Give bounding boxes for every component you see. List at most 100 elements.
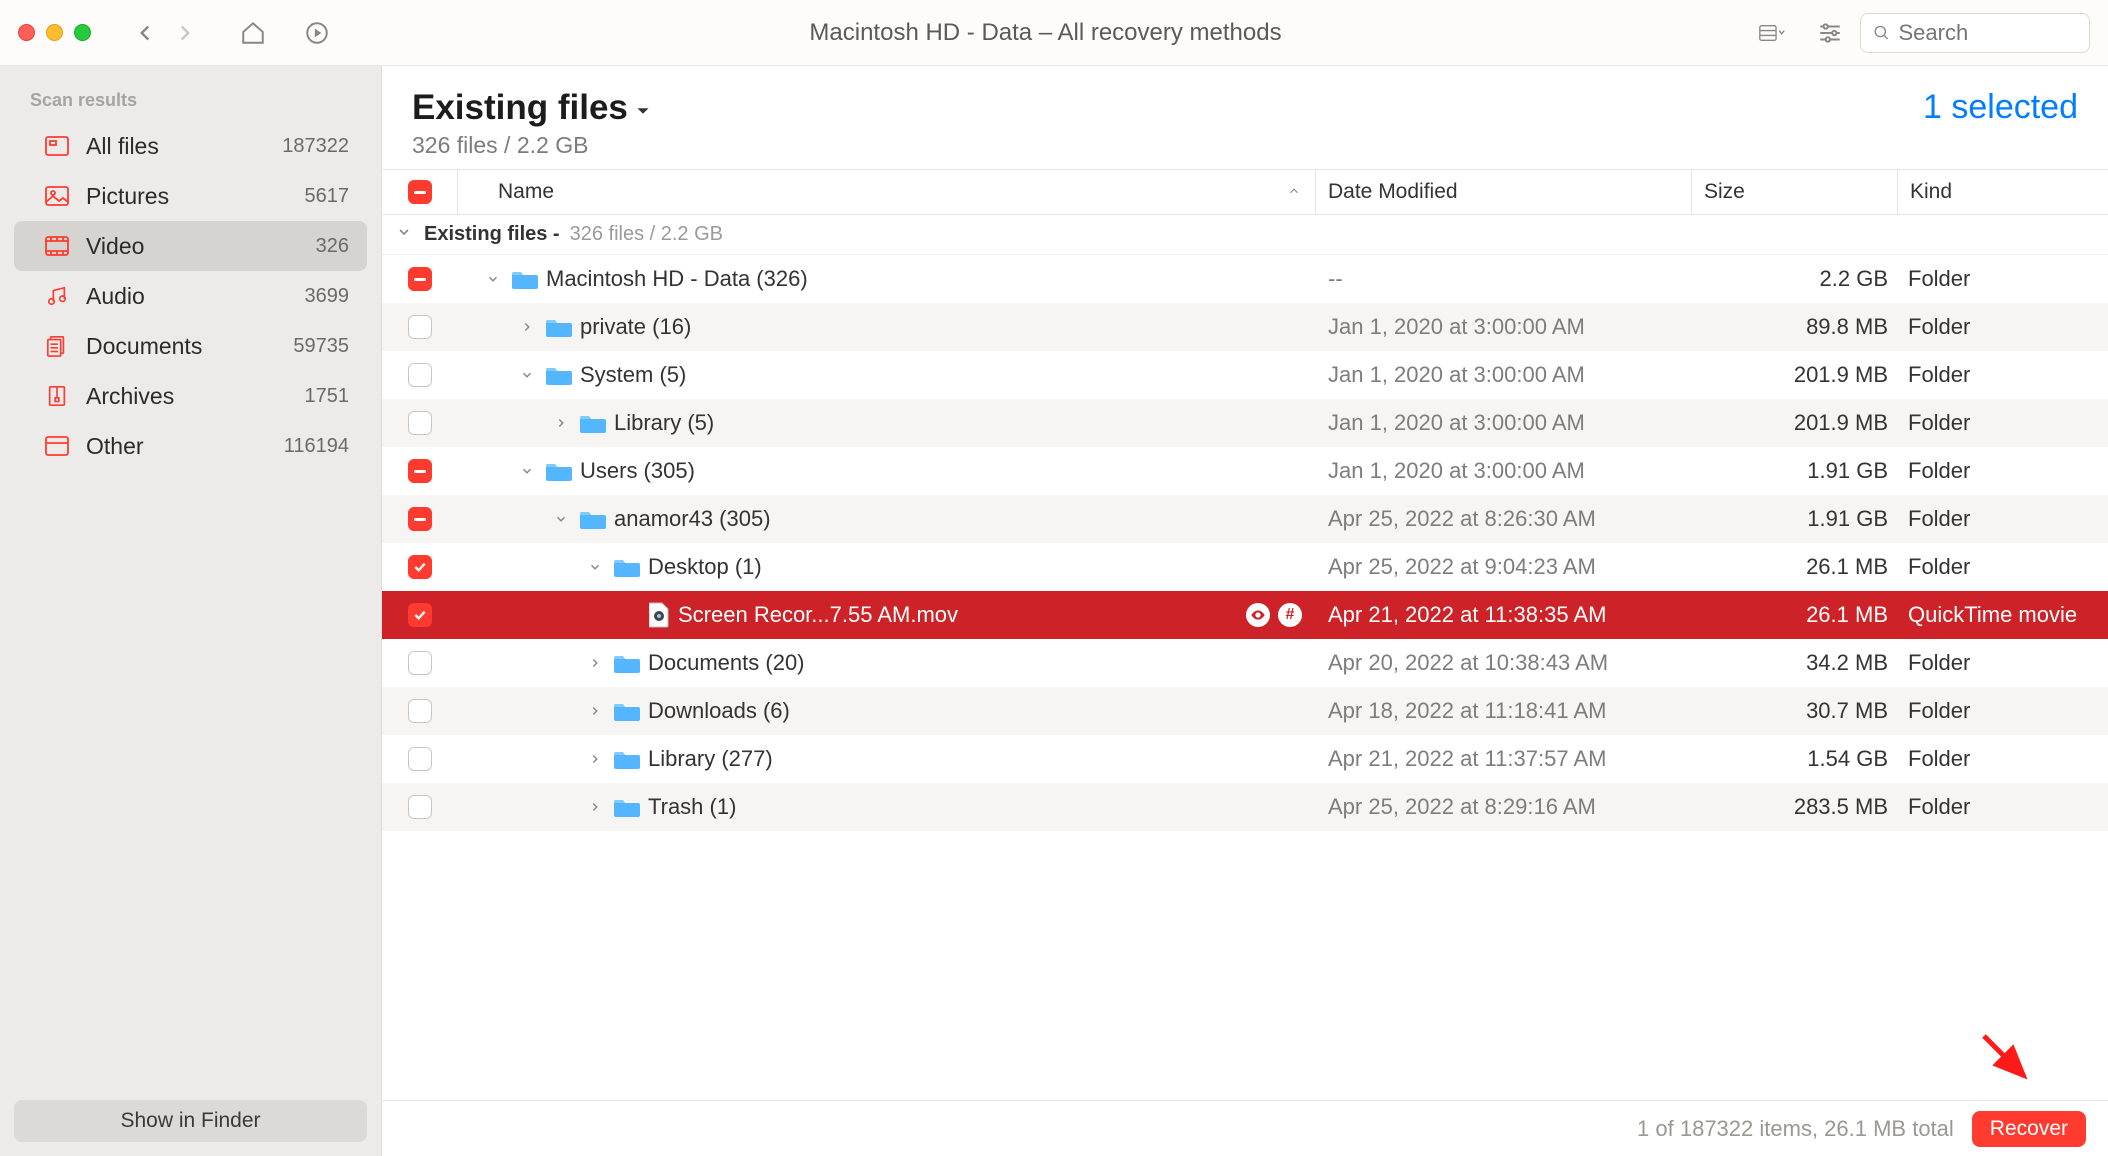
column-kind[interactable]: Kind	[1898, 170, 2108, 214]
group-header[interactable]: Existing files - 326 files / 2.2 GB	[382, 215, 2108, 255]
home-button[interactable]	[233, 13, 273, 53]
close-window-button[interactable]	[18, 24, 35, 41]
file-size: 34.2 MB	[1692, 650, 1898, 676]
view-title-dropdown[interactable]: Existing files	[412, 88, 654, 128]
file-row[interactable]: anamor43 (305) Apr 25, 2022 at 8:26:30 AM…	[382, 495, 2108, 543]
row-checkbox[interactable]	[408, 267, 432, 291]
disclosure-down-icon[interactable]	[584, 560, 606, 574]
file-row[interactable]: Macintosh HD - Data (326)--2.2 GBFolder	[382, 255, 2108, 303]
file-icon	[648, 602, 670, 628]
disclosure-down-icon[interactable]	[550, 512, 572, 526]
sidebar-item-label: Pictures	[86, 183, 269, 210]
file-size: 1.91 GB	[1692, 458, 1898, 484]
folder-icon	[614, 700, 640, 722]
file-size: 201.9 MB	[1692, 362, 1898, 388]
file-row[interactable]: private (16)Jan 1, 2020 at 3:00:00 AM89.…	[382, 303, 2108, 351]
row-checkbox[interactable]	[408, 459, 432, 483]
disclosure-down-icon[interactable]	[482, 272, 504, 286]
file-row[interactable]: Documents (20)Apr 20, 2022 at 10:38:43 A…	[382, 639, 2108, 687]
file-row[interactable]: Library (277)Apr 21, 2022 at 11:37:57 AM…	[382, 735, 2108, 783]
file-name: Users (305)	[580, 458, 695, 484]
sidebar-item-documents[interactable]: Documents59735	[14, 321, 367, 371]
disclosure-right-icon[interactable]	[584, 752, 606, 766]
sidebar-item-archives[interactable]: Archives1751	[14, 371, 367, 421]
search-box[interactable]	[1860, 13, 2090, 53]
folder-icon	[546, 316, 572, 338]
row-checkbox[interactable]	[408, 411, 432, 435]
row-checkbox[interactable]	[408, 603, 432, 627]
disclosure-right-icon[interactable]	[584, 800, 606, 814]
recover-button[interactable]: Recover	[1972, 1111, 2086, 1147]
row-checkbox[interactable]	[408, 795, 432, 819]
time-machine-button[interactable]	[297, 13, 337, 53]
row-checkbox[interactable]	[408, 507, 432, 531]
file-name: anamor43 (305)	[614, 506, 771, 532]
sidebar-item-audio[interactable]: Audio3699	[14, 271, 367, 321]
preview-icon[interactable]	[1246, 603, 1270, 627]
disclosure-down-icon[interactable]	[516, 368, 538, 382]
search-input[interactable]	[1899, 20, 2078, 46]
forward-button[interactable]	[165, 13, 205, 53]
sidebar-item-all-files[interactable]: All files187322	[14, 121, 367, 171]
folder-icon	[546, 364, 572, 386]
window-controls	[18, 24, 91, 41]
disclosure-right-icon[interactable]	[584, 656, 606, 670]
file-name: Desktop (1)	[648, 554, 762, 580]
file-row[interactable]: Screen Recor...7.55 AM.mov#Apr 21, 2022 …	[382, 591, 2108, 639]
select-all-checkbox[interactable]	[408, 180, 432, 204]
file-row[interactable]: Users (305)Jan 1, 2020 at 3:00:00 AM1.91…	[382, 447, 2108, 495]
view-mode-button[interactable]	[1744, 13, 1800, 53]
sidebar-item-pictures[interactable]: Pictures5617	[14, 171, 367, 221]
file-date: Jan 1, 2020 at 3:00:00 AM	[1316, 314, 1692, 340]
disclosure-right-icon[interactable]	[584, 704, 606, 718]
file-size: 89.8 MB	[1692, 314, 1898, 340]
hex-icon[interactable]: #	[1278, 603, 1302, 627]
file-date: Jan 1, 2020 at 3:00:00 AM	[1316, 410, 1692, 436]
file-row[interactable]: Desktop (1)Apr 25, 2022 at 9:04:23 AM26.…	[382, 543, 2108, 591]
file-size: 201.9 MB	[1692, 410, 1898, 436]
main-panel: Existing files 326 files / 2.2 GB 1 sele…	[382, 66, 2108, 1156]
video-icon	[44, 236, 70, 256]
row-checkbox[interactable]	[408, 363, 432, 387]
disclosure-down-icon[interactable]	[516, 464, 538, 478]
row-checkbox[interactable]	[408, 699, 432, 723]
sidebar-item-other[interactable]: Other116194	[14, 421, 367, 471]
column-name[interactable]: Name	[458, 170, 1316, 214]
sidebar-item-count: 326	[269, 235, 349, 258]
row-checkbox[interactable]	[408, 747, 432, 771]
file-row[interactable]: System (5)Jan 1, 2020 at 3:00:00 AM201.9…	[382, 351, 2108, 399]
folder-icon	[614, 748, 640, 770]
sidebar-item-label: Video	[86, 233, 269, 260]
filter-button[interactable]	[1810, 13, 1850, 53]
row-checkbox[interactable]	[408, 651, 432, 675]
file-name: Macintosh HD - Data (326)	[546, 266, 808, 292]
zoom-window-button[interactable]	[74, 24, 91, 41]
show-in-finder-button[interactable]: Show in Finder	[14, 1100, 367, 1142]
file-date: Apr 18, 2022 at 11:18:41 AM	[1316, 698, 1692, 724]
column-size[interactable]: Size	[1692, 170, 1898, 214]
file-row[interactable]: Downloads (6)Apr 18, 2022 at 11:18:41 AM…	[382, 687, 2108, 735]
row-checkbox[interactable]	[408, 315, 432, 339]
file-row[interactable]: Trash (1)Apr 25, 2022 at 8:29:16 AM283.5…	[382, 783, 2108, 831]
footer-status: 1 of 187322 items, 26.1 MB total	[1637, 1116, 1954, 1142]
file-row[interactable]: Library (5)Jan 1, 2020 at 3:00:00 AM201.…	[382, 399, 2108, 447]
sidebar-item-label: Documents	[86, 333, 269, 360]
view-title: Existing files	[412, 88, 628, 128]
minimize-window-button[interactable]	[46, 24, 63, 41]
sidebar-item-count: 116194	[269, 435, 349, 458]
file-date: Apr 25, 2022 at 8:26:30 AM	[1316, 506, 1692, 532]
other-icon	[44, 436, 70, 456]
sidebar-item-video[interactable]: Video326	[14, 221, 367, 271]
file-date: Apr 20, 2022 at 10:38:43 AM	[1316, 650, 1692, 676]
disclosure-right-icon[interactable]	[516, 320, 538, 334]
sidebar: Scan results All files187322Pictures5617…	[0, 66, 382, 1156]
file-kind: Folder	[1898, 698, 2108, 724]
back-button[interactable]	[125, 13, 165, 53]
folder-icon	[614, 796, 640, 818]
disclosure-right-icon[interactable]	[550, 416, 572, 430]
row-checkbox[interactable]	[408, 555, 432, 579]
file-date: Apr 25, 2022 at 9:04:23 AM	[1316, 554, 1692, 580]
file-size: 283.5 MB	[1692, 794, 1898, 820]
column-checkbox[interactable]	[382, 170, 458, 214]
column-date[interactable]: Date Modified	[1316, 170, 1692, 214]
